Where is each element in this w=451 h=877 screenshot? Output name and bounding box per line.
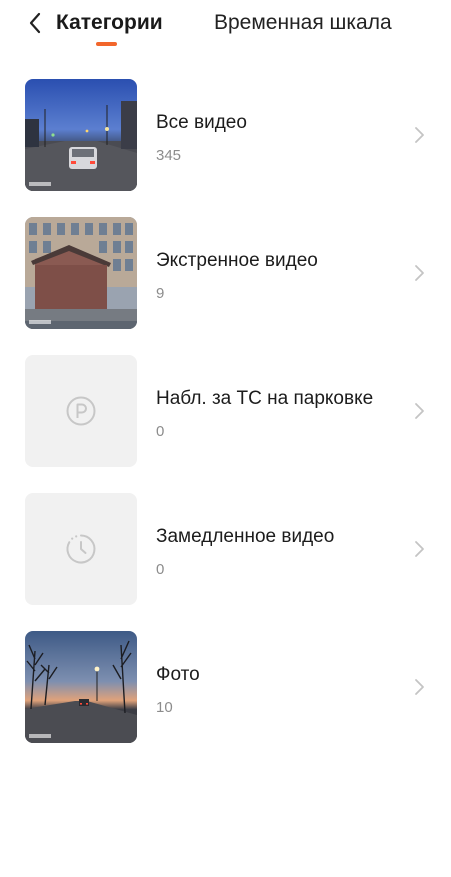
timelapse-icon <box>66 534 96 564</box>
back-button[interactable] <box>22 10 48 36</box>
category-item-photo[interactable]: Фото 10 <box>0 631 451 769</box>
top-bar: Категории Временная шкала <box>0 0 451 60</box>
category-count: 10 <box>156 699 173 716</box>
category-list: Все видео 345 Экстренное видео 9 Набл. з… <box>0 79 451 769</box>
chevron-right-icon <box>415 403 424 419</box>
category-title: Экстренное видео <box>156 250 318 271</box>
chevron-right-icon <box>415 679 424 695</box>
thumbnail-placeholder <box>25 493 137 605</box>
category-count: 0 <box>156 561 165 578</box>
tab-categories[interactable]: Категории <box>56 10 163 36</box>
category-count: 345 <box>156 147 182 164</box>
category-item-emergency-video[interactable]: Экстренное видео 9 <box>0 217 451 355</box>
thumbnail-dusk-road <box>25 631 137 743</box>
category-title: Набл. за ТС на парковке <box>156 388 374 409</box>
chevron-right-icon <box>415 541 424 557</box>
thumbnail-night-street <box>25 79 137 191</box>
chevron-right-icon <box>415 127 424 143</box>
active-tab-indicator <box>96 42 117 46</box>
thumbnail-placeholder <box>25 355 137 467</box>
category-item-parking-monitoring[interactable]: Набл. за ТС на парковке 0 <box>0 355 451 493</box>
category-title: Фото <box>156 664 200 685</box>
category-item-all-videos[interactable]: Все видео 345 <box>0 79 451 217</box>
category-item-timelapse-video[interactable]: Замедленное видео 0 <box>0 493 451 631</box>
tab-timeline[interactable]: Временная шкала <box>214 10 392 36</box>
back-arrow-icon <box>29 12 41 34</box>
chevron-right-icon <box>415 265 424 281</box>
parking-icon <box>66 396 96 426</box>
category-title: Замедленное видео <box>156 526 335 547</box>
thumbnail-garage-building <box>25 217 137 329</box>
category-title: Все видео <box>156 112 247 133</box>
category-count: 0 <box>156 423 165 440</box>
category-count: 9 <box>156 285 165 302</box>
